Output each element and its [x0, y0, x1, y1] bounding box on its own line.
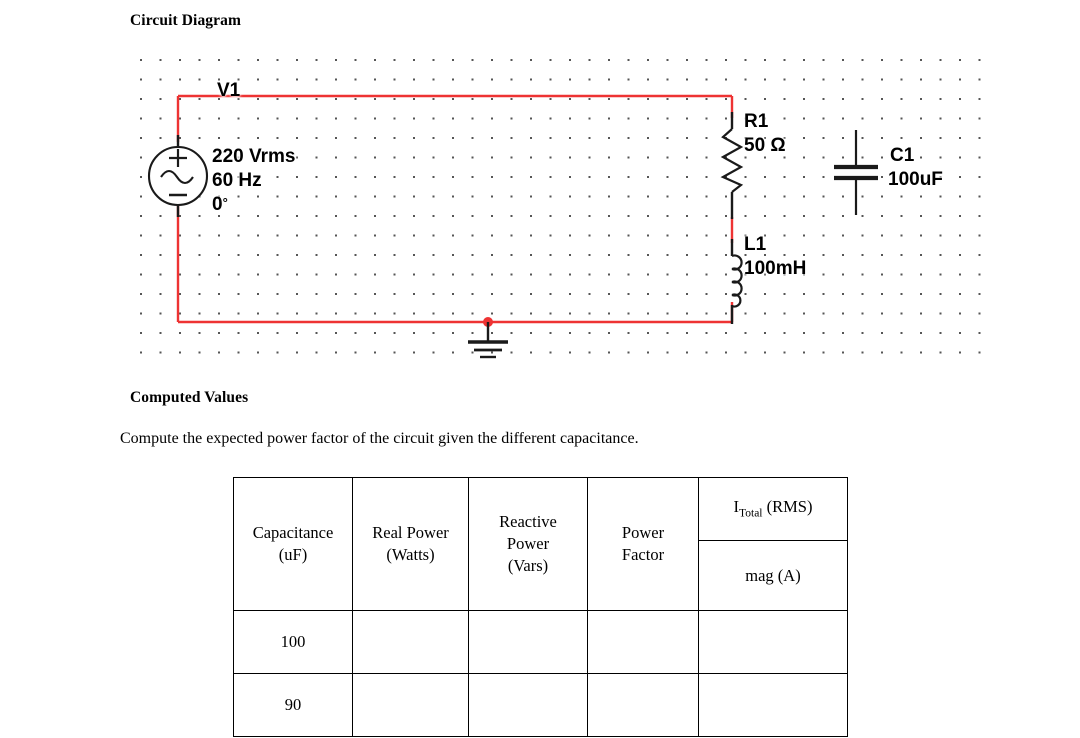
- header-reactive-power-line3: (Vars): [507, 555, 549, 575]
- table-row: 90: [233, 673, 848, 737]
- cell-capacitance[interactable]: 90: [233, 673, 353, 737]
- capacitor-ref-label: C1: [890, 145, 915, 166]
- header-power-factor: Power Factor: [587, 477, 699, 611]
- header-itotal-rms: ITotal (RMS): [699, 478, 847, 541]
- page-title-computed-values: Computed Values: [130, 389, 249, 406]
- table-row: 100: [233, 610, 848, 674]
- component-leads: [176, 112, 734, 324]
- cell-real-power[interactable]: [352, 610, 469, 674]
- source-frequency-label: 60 Hz: [212, 170, 262, 191]
- resistor-ref-label: R1: [744, 111, 769, 132]
- header-capacitance: Capacitance (uF): [233, 477, 353, 611]
- inductor-coil-symbol: [731, 254, 743, 308]
- ac-voltage-source-symbol: [147, 145, 209, 207]
- circuit-schematic-svg: [147, 94, 878, 359]
- header-real-power-line2: (Watts): [386, 545, 435, 564]
- cell-itotal-mag[interactable]: [698, 610, 848, 674]
- resistor-zigzag-symbol: [720, 128, 744, 193]
- cell-power-factor[interactable]: [587, 673, 699, 737]
- header-power-factor-line2: Factor: [621, 545, 665, 564]
- header-capacitance-line1: Capacitance: [252, 523, 334, 543]
- resistor-value-label: 50 Ω: [744, 135, 786, 156]
- header-reactive-power: Reactive Power (Vars): [468, 477, 588, 611]
- header-itotal: ITotal (RMS) mag (A): [698, 477, 848, 611]
- page-title-circuit-diagram: Circuit Diagram: [130, 12, 241, 29]
- header-real-power: Real Power (Watts): [352, 477, 469, 611]
- computed-values-table: Capacitance (uF) Real Power (Watts) Reac…: [233, 477, 848, 737]
- capacitor-symbol: [834, 130, 878, 215]
- degree-symbol: °: [222, 195, 228, 210]
- source-ref-label: V1: [217, 80, 241, 101]
- inductor-ref-label: L1: [744, 234, 767, 255]
- itotal-subscript: Total: [739, 507, 763, 520]
- instruction-text: Compute the expected power factor of the…: [120, 430, 639, 447]
- cell-power-factor[interactable]: [587, 610, 699, 674]
- itotal-rms-text: (RMS): [766, 497, 813, 517]
- header-real-power-line1: Real Power: [372, 523, 449, 543]
- circuit-wires: [176, 94, 734, 324]
- header-itotal-mag: mag (A): [699, 540, 847, 610]
- cell-itotal-mag[interactable]: [698, 673, 848, 737]
- cell-reactive-power[interactable]: [468, 610, 588, 674]
- header-reactive-power-line1: Reactive: [499, 512, 557, 532]
- inductor-value-label: 100mH: [744, 258, 807, 279]
- source-phase-label: 0°: [212, 194, 228, 216]
- cell-real-power[interactable]: [352, 673, 469, 737]
- cell-reactive-power[interactable]: [468, 673, 588, 737]
- header-capacitance-line2: (uF): [278, 545, 308, 564]
- cell-capacitance[interactable]: 100: [233, 610, 353, 674]
- header-reactive-power-line2: Power: [506, 534, 550, 554]
- capacitor-value-label: 100uF: [888, 169, 943, 190]
- header-power-factor-line1: Power: [621, 523, 665, 543]
- source-phase-value: 0: [212, 194, 223, 215]
- circuit-diagram-canvas: V1 220 Vrms 60 Hz 0° R1 50 Ω L1 100mH C1…: [140, 57, 996, 360]
- source-voltage-label: 220 Vrms: [212, 146, 296, 167]
- table-header-row: Capacitance (uF) Real Power (Watts) Reac…: [233, 477, 848, 611]
- header-itotal-split: ITotal (RMS) mag (A): [699, 478, 847, 610]
